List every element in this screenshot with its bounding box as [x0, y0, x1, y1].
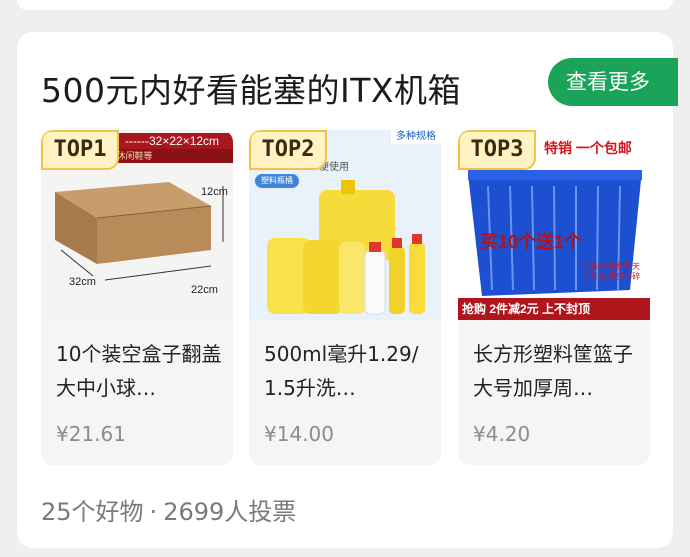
- image-seal: 全新料热收货 天天无毒 厨房不碎: [581, 262, 641, 281]
- product-card-2[interactable]: 多种规格 便使用 塑料瓶桶 TOP2 500ml毫升1.29/1.5升洗… ¥1…: [249, 130, 441, 465]
- product-card-3[interactable]: 特销 一个包邮 买10个送1个 全新料热收货 天天无毒 厨房不碎 抢购 2件减2…: [458, 130, 650, 465]
- image-footer: 抢购 2件减2元 上不封顶: [458, 298, 650, 320]
- rank-badge: TOP3: [458, 130, 536, 170]
- product-name: 500ml毫升1.29/1.5升洗…: [264, 342, 419, 400]
- section-title: 500元内好看能塞的ITX机箱: [41, 71, 461, 110]
- rank-badge: TOP1: [41, 130, 119, 170]
- dim-length: 32cm: [69, 276, 96, 288]
- image-promo: 买10个送1个: [480, 232, 583, 252]
- items-count: 25个好物: [41, 498, 144, 526]
- product-price: ¥21.61: [56, 422, 126, 446]
- ranking-card: 500元内好看能塞的ITX机箱 查看更多 ------32×22×12cm 内的…: [17, 32, 678, 548]
- product-card-1[interactable]: ------32×22×12cm 内的普通运动鞋/休闲鞋等 12cm 32cm …: [41, 130, 233, 465]
- dim-width: 22cm: [191, 284, 218, 296]
- image-header: 特销 一个包邮: [544, 140, 632, 156]
- product-price: ¥4.20: [473, 422, 531, 446]
- product-price: ¥14.00: [264, 422, 334, 446]
- dim-height: 12cm: [201, 186, 228, 198]
- product-name: 10个装空盒子翻盖大中小球…: [56, 342, 222, 400]
- previous-card: [17, 0, 673, 10]
- collection-stats: 25个好物 · 2699人投票: [41, 492, 296, 527]
- view-more-button[interactable]: 查看更多: [548, 58, 678, 106]
- stats-separator: ·: [149, 498, 158, 526]
- vote-count: 2699人投票: [163, 498, 297, 526]
- rank-badge: TOP2: [249, 130, 327, 170]
- product-name: 长方形塑料筐篮子大号加厚周…: [473, 342, 633, 400]
